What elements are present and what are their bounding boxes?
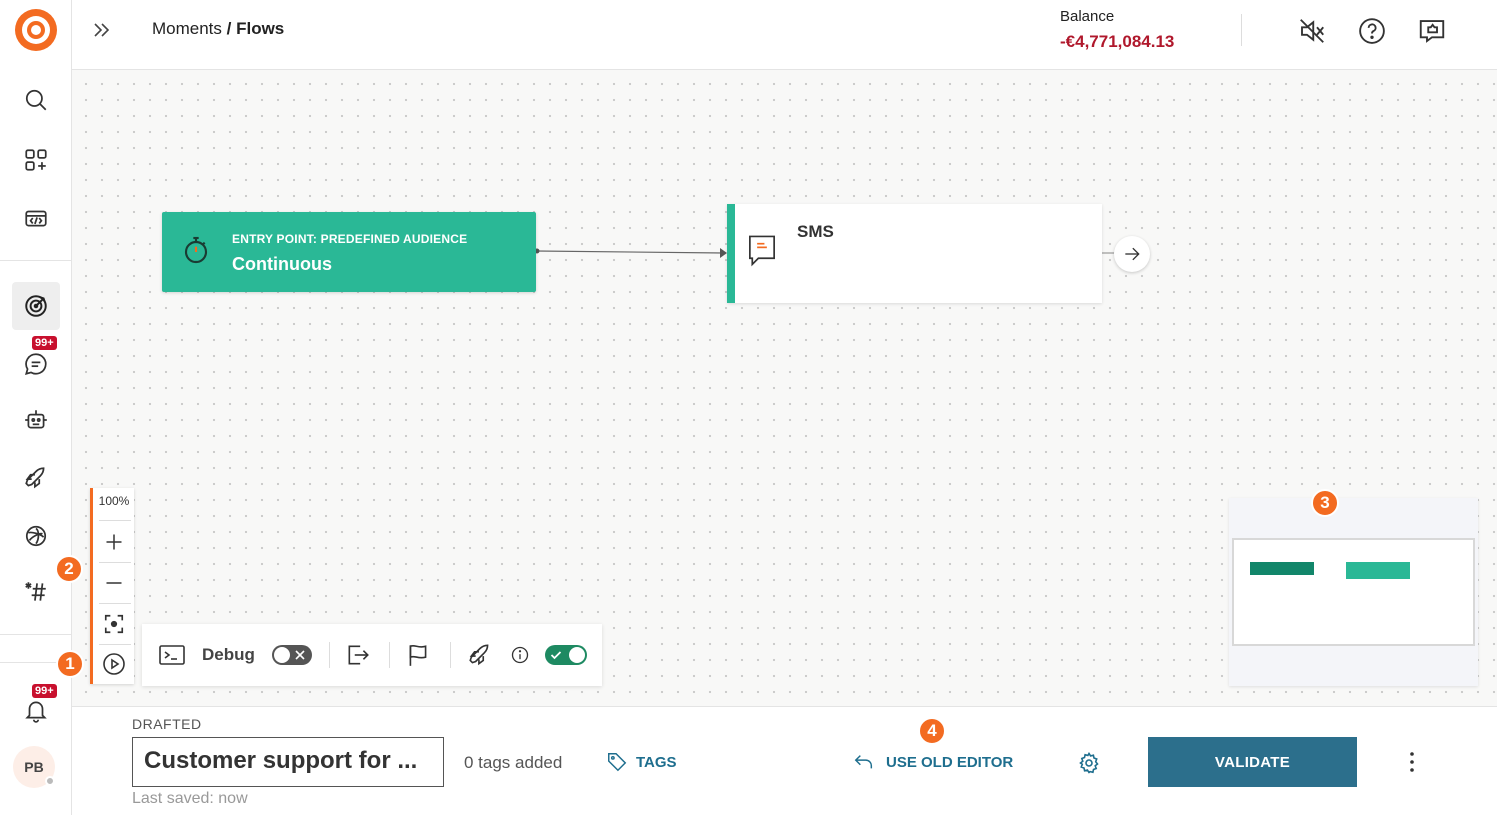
- toolbar-divider: [329, 642, 330, 668]
- debug-label: Debug: [202, 645, 255, 664]
- breadcrumb-moments[interactable]: Moments: [152, 19, 222, 38]
- terminal-button[interactable]: [158, 641, 186, 669]
- tour-marker-2: 2: [55, 555, 83, 583]
- sound-muted-icon[interactable]: [1297, 16, 1327, 46]
- entry-point-label: ENTRY POINT: PREDEFINED AUDIENCE: [232, 232, 468, 246]
- minimap[interactable]: [1229, 498, 1478, 686]
- balance-label: Balance: [1060, 8, 1115, 25]
- feedback-icon[interactable]: [1417, 16, 1447, 46]
- info-icon: [511, 646, 529, 664]
- brand-logo[interactable]: [15, 9, 57, 51]
- zoom-divider: [99, 520, 131, 521]
- chatbot-robot-icon[interactable]: [12, 396, 60, 444]
- minimap-sms-node: [1346, 562, 1410, 579]
- tour-marker-1: 1: [56, 650, 84, 678]
- top-header: Moments / Flows Balance -€4,771,084.13: [72, 0, 1497, 70]
- validate-button[interactable]: VALIDATE: [1148, 737, 1357, 787]
- goals-flag-button[interactable]: [404, 641, 432, 669]
- more-options-icon[interactable]: [1400, 749, 1424, 775]
- notifications-badge: 99+: [32, 684, 57, 698]
- check-icon: [550, 651, 562, 660]
- last-saved: Last saved: now: [132, 790, 248, 807]
- minimap-entry-node: [1250, 562, 1314, 575]
- sidebar: 99+ 99+ PB: [0, 0, 72, 815]
- hashtag-star-icon[interactable]: [12, 568, 60, 616]
- flow-status: DRAFTED: [132, 716, 202, 732]
- validation-toggle[interactable]: [545, 641, 587, 669]
- sms-message-icon: [749, 235, 775, 267]
- sms-node[interactable]: SMS: [727, 204, 1102, 303]
- app-root: 99+ 99+ PB Moments / Flows Balance -€4,7…: [0, 0, 1497, 815]
- toolbar-divider: [450, 642, 451, 668]
- terminal-icon: [159, 645, 185, 665]
- launch-rocket-button[interactable]: [466, 641, 494, 669]
- tags-button[interactable]: TAGS: [606, 750, 677, 774]
- sidebar-divider: [0, 260, 71, 261]
- header-divider: [1241, 14, 1242, 46]
- expand-chevrons-icon[interactable]: [90, 18, 114, 42]
- plus-icon: [106, 534, 122, 550]
- play-circle-icon: [103, 653, 125, 675]
- exit-button[interactable]: [344, 641, 372, 669]
- flag-icon: [409, 644, 427, 666]
- help-icon[interactable]: [1357, 16, 1387, 46]
- entry-point-node[interactable]: ENTRY POINT: PREDEFINED AUDIENCE Continu…: [162, 212, 536, 292]
- messages-badge: 99+: [32, 336, 57, 350]
- rocket-icon: [469, 644, 489, 666]
- flow-canvas[interactable]: ENTRY POINT: PREDEFINED AUDIENCE Continu…: [55, 70, 1497, 706]
- zoom-out-button[interactable]: [93, 563, 135, 603]
- toolbar-divider: [389, 642, 390, 668]
- add-next-step-button[interactable]: [1114, 236, 1150, 272]
- ai-spiral-icon[interactable]: [12, 512, 60, 560]
- balance-value: -€4,771,084.13: [1060, 32, 1175, 51]
- simulate-play-button[interactable]: [93, 644, 135, 684]
- use-old-editor-label: USE OLD EDITOR: [886, 753, 1014, 771]
- campaigns-rocket-icon[interactable]: [12, 454, 60, 502]
- footer-bar: DRAFTED Customer support for ... Last sa…: [72, 706, 1497, 815]
- developer-code-icon[interactable]: [12, 194, 60, 242]
- use-old-editor-button[interactable]: USE OLD EDITOR: [852, 750, 1013, 774]
- breadcrumb-flows: Flows: [236, 19, 285, 38]
- sidebar-divider: [0, 634, 71, 635]
- minimap-viewport[interactable]: [1232, 538, 1475, 646]
- search-icon[interactable]: [12, 76, 60, 124]
- zoom-in-button[interactable]: [93, 522, 135, 562]
- fit-view-button[interactable]: [93, 604, 135, 644]
- close-icon: [295, 650, 305, 660]
- fit-view-icon: [104, 614, 124, 634]
- tags-button-label: TAGS: [636, 753, 677, 771]
- exit-icon: [348, 645, 369, 665]
- breadcrumb: Moments / Flows: [152, 19, 284, 39]
- debug-toolbar: Debug: [142, 624, 602, 686]
- presence-dot: [45, 776, 55, 786]
- avatar-initials: PB: [24, 759, 44, 775]
- undo-arrow-icon: [854, 755, 873, 769]
- tour-marker-4: 4: [918, 717, 946, 745]
- stopwatch-icon: [184, 236, 208, 264]
- flow-name-field[interactable]: Customer support for ...: [132, 737, 444, 787]
- moments-target-icon[interactable]: [12, 282, 60, 330]
- apps-add-icon[interactable]: [12, 136, 60, 184]
- entry-point-title: Continuous: [232, 254, 332, 274]
- settings-gear-icon[interactable]: [1077, 751, 1101, 775]
- user-avatar[interactable]: PB: [13, 746, 55, 788]
- debug-toggle[interactable]: [272, 641, 312, 669]
- sms-node-title: SMS: [797, 222, 834, 241]
- zoom-level: 100%: [98, 494, 130, 508]
- tour-marker-3: 3: [1311, 489, 1339, 517]
- zoom-controls: 100%: [90, 488, 134, 684]
- info-button[interactable]: [510, 641, 530, 669]
- tag-icon: [608, 753, 627, 772]
- tags-count: 0 tags added: [464, 753, 563, 772]
- arrow-right-icon: [1125, 247, 1140, 261]
- minus-icon: [106, 582, 122, 584]
- breadcrumb-separator: /: [221, 19, 237, 38]
